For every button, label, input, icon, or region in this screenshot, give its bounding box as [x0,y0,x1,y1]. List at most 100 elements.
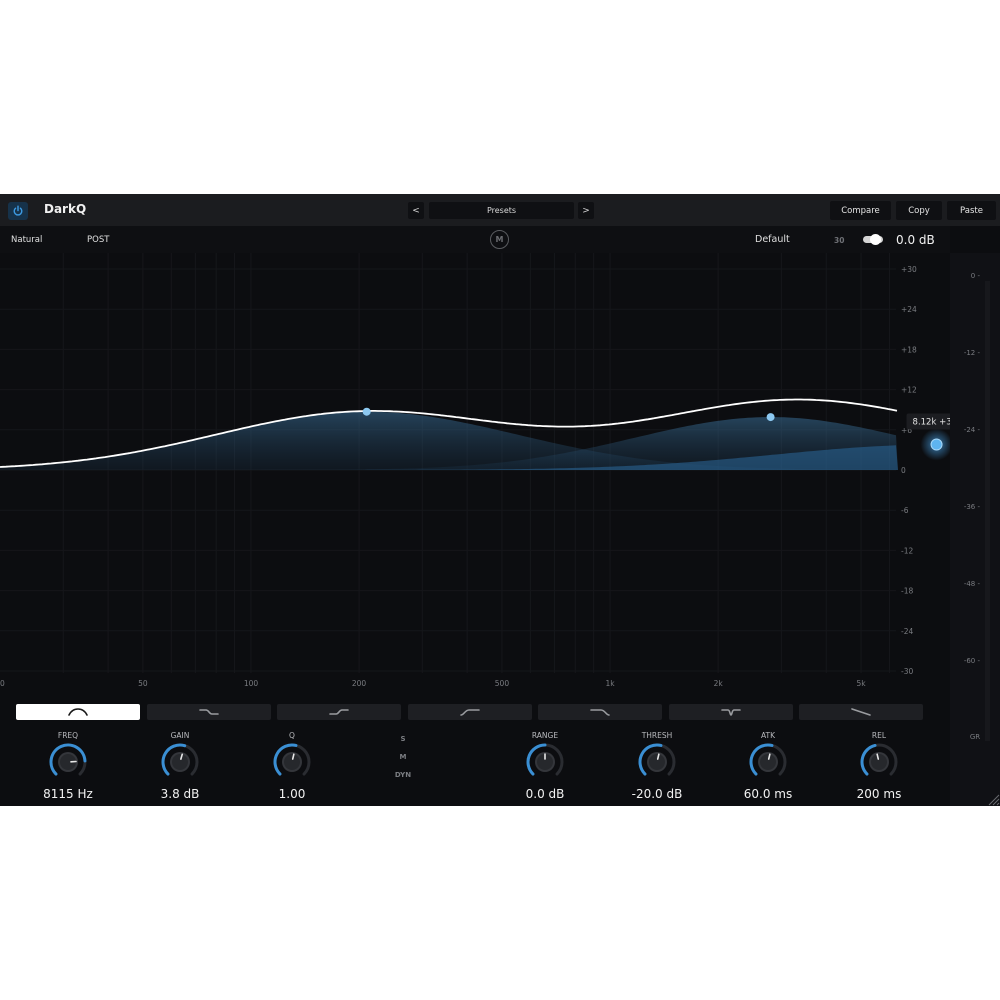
gain-value[interactable]: 3.8 dB [124,787,236,801]
band-2-node[interactable] [766,413,775,422]
filter-tilt-icon [851,708,871,716]
toggle-knob [870,234,881,245]
freq-value[interactable]: 8115 Hz [12,787,124,801]
stereo-mode-s[interactable]: S [388,735,418,743]
gain-tick-label: -6 [901,506,909,515]
thresh-knob[interactable] [637,742,677,782]
meter-tick-label: -60 - [964,657,981,665]
meter-tick-label: -12 - [964,349,981,357]
filter-low-shelf-button[interactable] [146,704,271,720]
range-knob[interactable] [525,742,565,782]
freq-tick-label: 100 [244,679,259,688]
range-value[interactable]: 0.0 dB [489,787,601,801]
freq-tick-label: 50 [138,679,148,688]
knob-cap [284,754,300,770]
gain-tick-label: -30 [901,667,913,676]
knob-cap [871,754,887,770]
mode-selector[interactable]: Natural [11,235,42,245]
knob-cap [172,754,188,770]
atk-label: ATK [760,731,776,740]
gain-tick-label: +24 [901,305,917,314]
band-tooltip: 8.12k +3.8 [906,413,950,430]
gain-tick-label: +12 [901,386,917,395]
next-preset-button[interactable]: > [578,202,594,219]
mid-side-badge[interactable]: M [490,230,509,249]
rel-label: REL [871,731,887,740]
gain-tick-label: -18 [901,587,913,596]
range-label[interactable]: 30 [834,236,844,245]
filter-high-pass-button[interactable] [407,704,532,720]
knob-cap [649,754,665,770]
gain-knob-group: GAIN 3.8 dB [124,729,236,801]
filter-notch-button[interactable] [668,704,793,720]
filter-bell-icon [68,708,88,716]
knob-pointer [656,753,660,760]
gain-tick-label: +30 [901,265,917,274]
meter-scale: 0 - -12 - -24 - -36 - -48 - -60 - GR [964,272,981,741]
tooltip-text: 8.12k +3.8 [913,418,950,428]
meter-tick-label: -24 - [964,426,981,434]
options-bar [0,226,950,253]
atk-knob[interactable] [748,742,788,782]
filter-low-shelf-icon [198,709,219,715]
thresh-value[interactable]: -20.0 dB [601,787,713,801]
range-knob-group: RANGE 0.0 dB [489,729,601,801]
gain-knob[interactable] [160,742,200,782]
knob-pointer [876,753,880,760]
rel-knob[interactable] [859,742,899,782]
atk-value[interactable]: 60.0 ms [712,787,824,801]
q-value[interactable]: 1.00 [236,787,348,801]
filter-high-pass-icon [459,709,480,716]
filter-high-shelf-icon [329,709,349,715]
power-button[interactable] [8,202,28,220]
header-bar: DarkQ < Presets > Compare Copy Paste [0,194,1000,226]
freq-tick-label: 20 [0,679,5,688]
gain-tick-label: -12 [901,546,913,555]
plugin-window: DarkQ < Presets > Compare Copy Paste Nat… [0,194,1000,806]
compare-button[interactable]: Compare [830,201,891,220]
eq-graph[interactable]: +30+24+18+12+60-6-12-18-24-30 2050100200… [0,253,950,698]
filter-tilt-button[interactable] [799,704,923,720]
range-knob-label: RANGE [531,731,559,740]
freq-knob[interactable] [48,742,88,782]
meter-tick-label: 0 - [971,272,981,280]
rel-value[interactable]: 200 ms [823,787,935,801]
filter-low-pass-button[interactable] [538,704,662,720]
freq-tick-label: 5k [856,679,866,688]
gr-label: GR [970,733,980,741]
atk-knob-group: ATK 60.0 ms [712,729,824,801]
prev-preset-button[interactable]: < [408,202,424,219]
freq-tick-label: 1k [605,679,615,688]
meter-tick-label: -36 - [964,503,981,511]
presets-button[interactable]: Presets [429,202,574,219]
gain-label: GAIN [170,731,190,740]
output-gain[interactable]: 0.0 dB [896,233,935,247]
freq-label: FREQ [57,731,79,740]
knob-cap [760,754,776,770]
resize-grip-icon[interactable] [986,792,1000,806]
knob-pointer [767,753,771,760]
freq-tick-label: 200 [352,679,367,688]
meter-tick-label: -48 - [964,580,981,588]
paste-button[interactable]: Paste [947,201,996,220]
filter-type-selector [0,698,950,722]
range-toggle[interactable] [863,234,883,245]
thresh-label: THRESH [641,731,673,740]
freq-knob-group: FREQ 8115 Hz [12,729,124,801]
app-title: DarkQ [44,202,87,216]
filter-bell-button[interactable] [16,704,140,720]
preset-name: Default [755,234,790,245]
power-icon [13,205,23,216]
stereo-mode-m[interactable]: M [388,753,418,761]
position-selector[interactable]: POST [87,235,109,245]
knob-pointer [291,753,295,760]
q-knob[interactable] [272,742,312,782]
gain-tick-label: +18 [901,345,917,354]
dynamic-mode[interactable]: DYN [388,771,418,779]
band-3-node[interactable] [930,438,943,451]
filter-low-pass-icon [590,709,610,716]
copy-button[interactable]: Copy [896,201,942,220]
band-1-node[interactable] [362,407,371,416]
filter-high-shelf-button[interactable] [277,704,401,720]
freq-tick-label: 500 [495,679,510,688]
